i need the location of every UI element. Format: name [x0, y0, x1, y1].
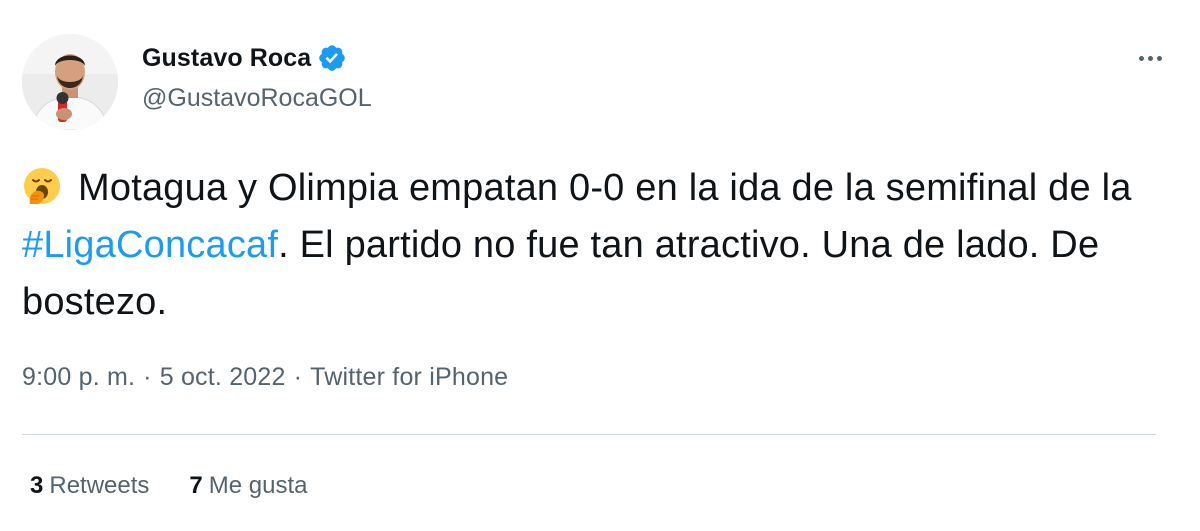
yawning-face-emoji-icon: [22, 166, 62, 206]
author-handle[interactable]: @GustavoRocaGOL: [142, 84, 372, 113]
verified-badge-icon: [317, 43, 347, 73]
profile-photo-icon: [22, 34, 118, 130]
likes-count: 7: [189, 472, 203, 499]
meta-separator: ·: [293, 363, 303, 391]
more-dot-icon: [1156, 55, 1162, 61]
tweet-text-part1: Motagua y Olimpia empatan 0-0 en la ida …: [78, 167, 1132, 209]
tweet-time[interactable]: 9:00 p. m.: [22, 363, 135, 391]
tweet-card: Gustavo Roca @GustavoRocaGOL Motagua y O…: [0, 0, 1200, 531]
more-dot-icon: [1147, 55, 1153, 61]
divider: [22, 434, 1156, 435]
display-name[interactable]: Gustavo Roca: [142, 44, 311, 73]
more-options-button[interactable]: [1130, 46, 1170, 70]
tweet-header: Gustavo Roca @GustavoRocaGOL: [22, 34, 1170, 130]
tweet-text: Motagua y Olimpia empatan 0-0 en la ida …: [22, 160, 1152, 331]
tweet-date[interactable]: 5 oct. 2022: [160, 363, 286, 391]
retweets-stat[interactable]: 3 Retweets: [30, 472, 149, 500]
likes-stat[interactable]: 7 Me gusta: [189, 472, 307, 500]
likes-label: Me gusta: [208, 472, 308, 499]
hashtag-link[interactable]: #LigaConcacaf: [22, 224, 278, 266]
author-names: Gustavo Roca @GustavoRocaGOL: [142, 42, 372, 113]
retweets-count: 3: [30, 472, 44, 499]
display-name-row: Gustavo Roca: [142, 42, 372, 74]
retweets-label: Retweets: [49, 472, 150, 499]
tweet-stats: 3 Retweets 7 Me gusta: [30, 472, 347, 500]
tweet-source[interactable]: Twitter for iPhone: [310, 363, 508, 391]
tweet-meta: 9:00 p. m. · 5 oct. 2022 · Twitter for iPhon…: [22, 363, 508, 392]
meta-separator: ·: [143, 363, 152, 391]
more-dot-icon: [1138, 55, 1144, 61]
avatar[interactable]: [22, 34, 118, 130]
